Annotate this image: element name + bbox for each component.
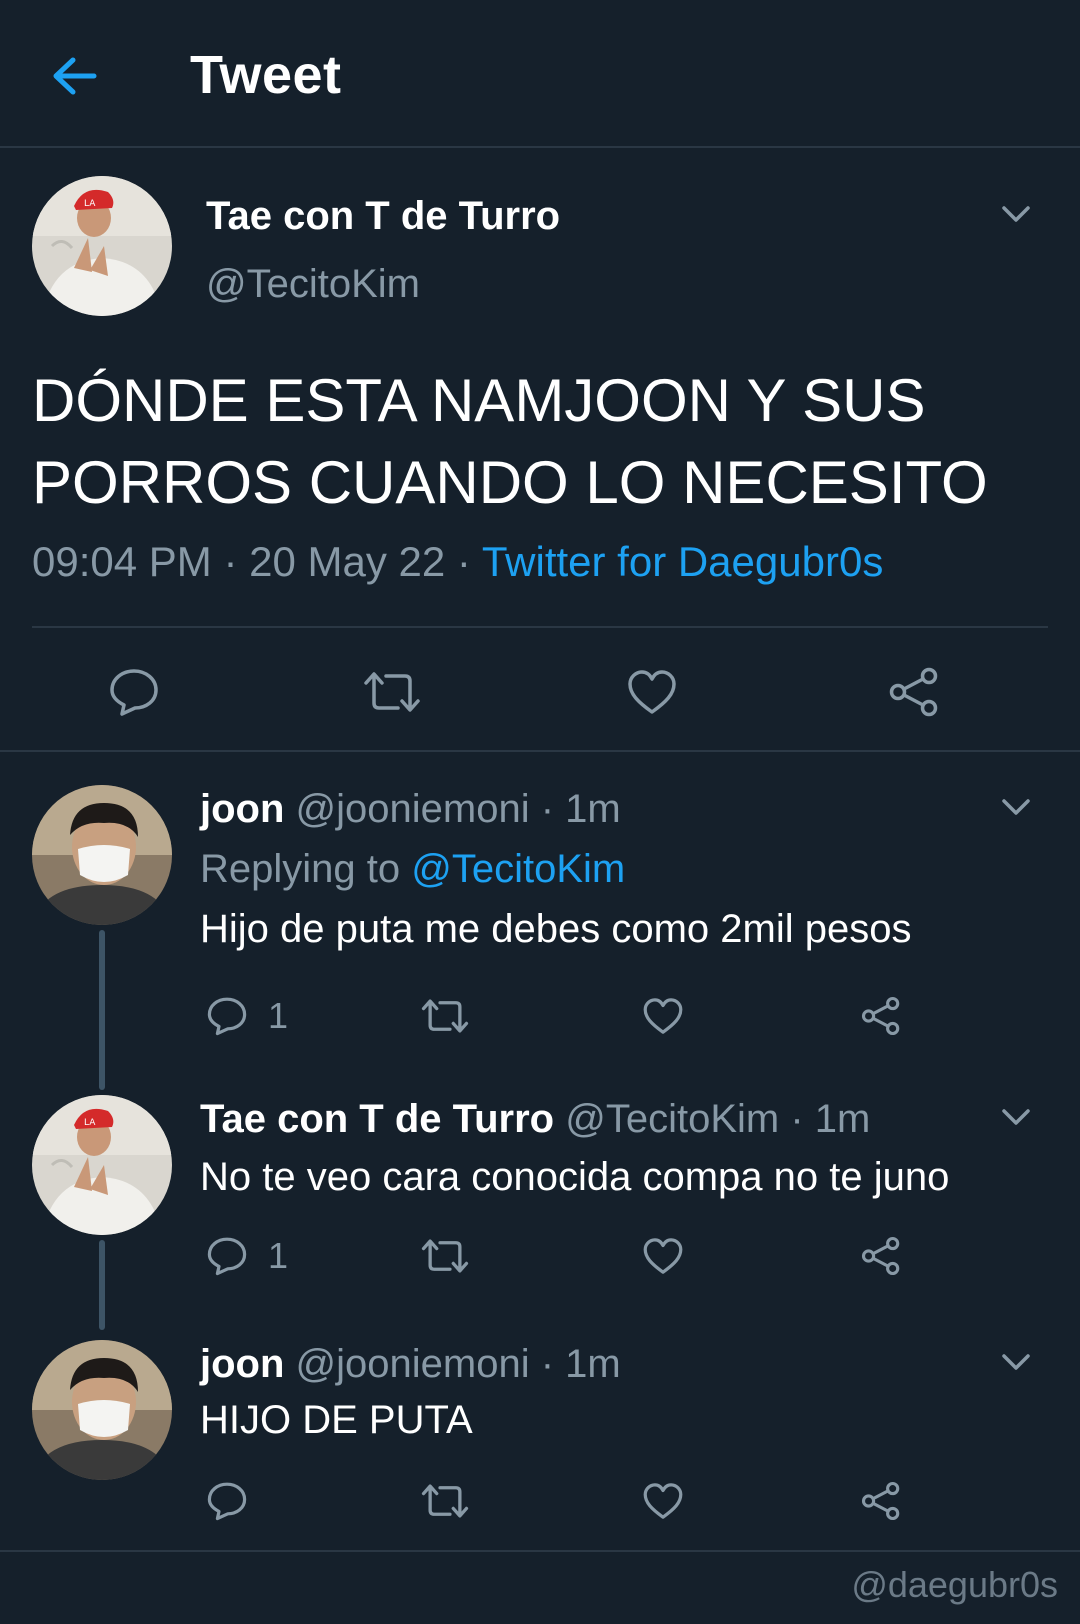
- author-name[interactable]: joon: [200, 787, 284, 831]
- tweet-time: 1m: [814, 1097, 871, 1141]
- chevron-down-icon: [1002, 206, 1030, 222]
- share-button[interactable]: [860, 991, 902, 1041]
- chevron-down-icon: [1002, 1109, 1030, 1125]
- reply-button[interactable]: [206, 1476, 268, 1526]
- author-handle[interactable]: @jooniemoni: [296, 787, 530, 831]
- meta-separator: ·: [529, 1342, 566, 1386]
- reply-icon: [110, 669, 158, 716]
- retweet-icon: [364, 672, 420, 712]
- svg-text:LA: LA: [84, 199, 96, 209]
- tweet-text: Hijo de puta me debes como 2mil pesos: [200, 907, 912, 951]
- tweet-date: 20 May 22: [249, 538, 446, 585]
- retweet-button[interactable]: [362, 662, 422, 722]
- back-button[interactable]: [48, 50, 100, 102]
- like-icon: [643, 998, 683, 1034]
- tweet-text-line: PORROS CUANDO LO NECESITO: [32, 449, 988, 516]
- top-bar: Tweet: [0, 0, 1080, 148]
- reply-header: Tae con T de Turro @TecitoKim · 1m: [200, 1097, 870, 1142]
- share-button[interactable]: [860, 1476, 902, 1526]
- share-icon: [861, 1236, 900, 1276]
- tweet-menu-button[interactable]: [996, 1097, 1036, 1137]
- meta-separator: ·: [779, 1097, 815, 1141]
- mention-link[interactable]: @TecitoKim: [411, 847, 625, 891]
- meta-separator: ·: [529, 787, 566, 831]
- reply-button[interactable]: [104, 662, 164, 722]
- reply-button[interactable]: 1: [206, 991, 288, 1041]
- reply-icon: [207, 1482, 247, 1521]
- replying-label: Replying to: [200, 847, 412, 891]
- reply-header: joon @jooniemoni · 1m: [200, 787, 621, 832]
- reply-count: 1: [268, 995, 289, 1036]
- author-name[interactable]: joon: [200, 1342, 284, 1386]
- meta-separator: ·: [211, 538, 250, 585]
- tweet-menu-button[interactable]: [996, 1342, 1036, 1382]
- back-arrow-icon: [53, 57, 97, 95]
- tweet-time: 09:04 PM: [32, 538, 212, 585]
- replying-to: Replying to @TecitoKim: [200, 847, 625, 892]
- svg-text:LA: LA: [84, 1118, 96, 1128]
- tweet-text-line: DÓNDE ESTA NAMJOON Y SUS: [32, 367, 926, 434]
- reply-icon: [207, 1237, 247, 1276]
- retweet-icon: [421, 999, 469, 1033]
- action-bar: 1: [0, 1231, 1080, 1291]
- reply-icon: [207, 997, 247, 1036]
- action-bar: [0, 628, 1080, 752]
- tweet-time: 1m: [565, 787, 621, 831]
- page-title: Tweet: [190, 45, 342, 105]
- retweet-button[interactable]: [420, 991, 470, 1041]
- tweet-menu-button[interactable]: [996, 194, 1036, 234]
- avatar[interactable]: [32, 1340, 172, 1480]
- reply-count: 1: [268, 1235, 289, 1276]
- tweet-source-link[interactable]: Twitter for Daegubr0s: [482, 538, 884, 585]
- share-icon: [861, 1481, 900, 1521]
- reply-tweet: joon @jooniemoni · 1m Replying to @Tecit…: [0, 785, 1080, 1045]
- author-name[interactable]: Tae con T de Turro: [200, 1097, 554, 1141]
- reply-tweet: LA Tae con T de Turro @TecitoKim · 1m No…: [0, 1095, 1080, 1295]
- retweet-icon: [421, 1484, 469, 1518]
- like-icon: [643, 1238, 683, 1274]
- action-bar: 1: [0, 991, 1080, 1051]
- author-handle[interactable]: @TecitoKim: [206, 262, 420, 307]
- chevron-down-icon: [1002, 1354, 1030, 1370]
- avatar[interactable]: [32, 785, 172, 925]
- tweet-text: DÓNDE ESTA NAMJOON Y SUS PORROS CUANDO L…: [32, 360, 1032, 524]
- retweet-icon: [421, 1239, 469, 1273]
- like-button[interactable]: [642, 1231, 684, 1281]
- author-name[interactable]: Tae con T de Turro: [206, 194, 560, 239]
- avatar[interactable]: LA: [32, 1095, 172, 1235]
- share-button[interactable]: [884, 662, 944, 722]
- chevron-down-icon: [1002, 799, 1030, 815]
- reply-button[interactable]: 1: [206, 1231, 288, 1281]
- tweet-text: HIJO DE PUTA: [200, 1398, 473, 1442]
- reply-header: joon @jooniemoni · 1m: [200, 1342, 621, 1387]
- author-handle[interactable]: @jooniemoni: [296, 1342, 530, 1386]
- share-icon: [889, 667, 938, 717]
- main-tweet: LA Tae con T de Turro @TecitoKim DÓNDE E…: [0, 148, 1080, 752]
- like-icon: [628, 670, 676, 714]
- divider: [0, 1550, 1080, 1552]
- share-icon: [861, 996, 900, 1036]
- tweet-time: 1m: [565, 1342, 621, 1386]
- like-icon: [643, 1483, 683, 1519]
- retweet-button[interactable]: [420, 1231, 470, 1281]
- tweet-text: No te veo cara conocida compa no te juno: [200, 1155, 950, 1199]
- tweet-menu-button[interactable]: [996, 787, 1036, 827]
- retweet-button[interactable]: [420, 1476, 470, 1526]
- author-handle[interactable]: @TecitoKim: [565, 1097, 779, 1141]
- reply-tweet: joon @jooniemoni · 1m HIJO DE PUTA: [0, 1340, 1080, 1540]
- like-button[interactable]: [642, 991, 684, 1041]
- watermark: @daegubr0s: [851, 1564, 1058, 1605]
- meta-separator: ·: [445, 538, 482, 585]
- share-button[interactable]: [860, 1231, 902, 1281]
- like-button[interactable]: [622, 662, 682, 722]
- like-button[interactable]: [642, 1476, 684, 1526]
- action-bar: [0, 1476, 1080, 1536]
- avatar[interactable]: LA: [32, 176, 172, 316]
- tweet-meta: 09:04 PM · 20 May 22 · Twitter for Daegu…: [32, 538, 883, 586]
